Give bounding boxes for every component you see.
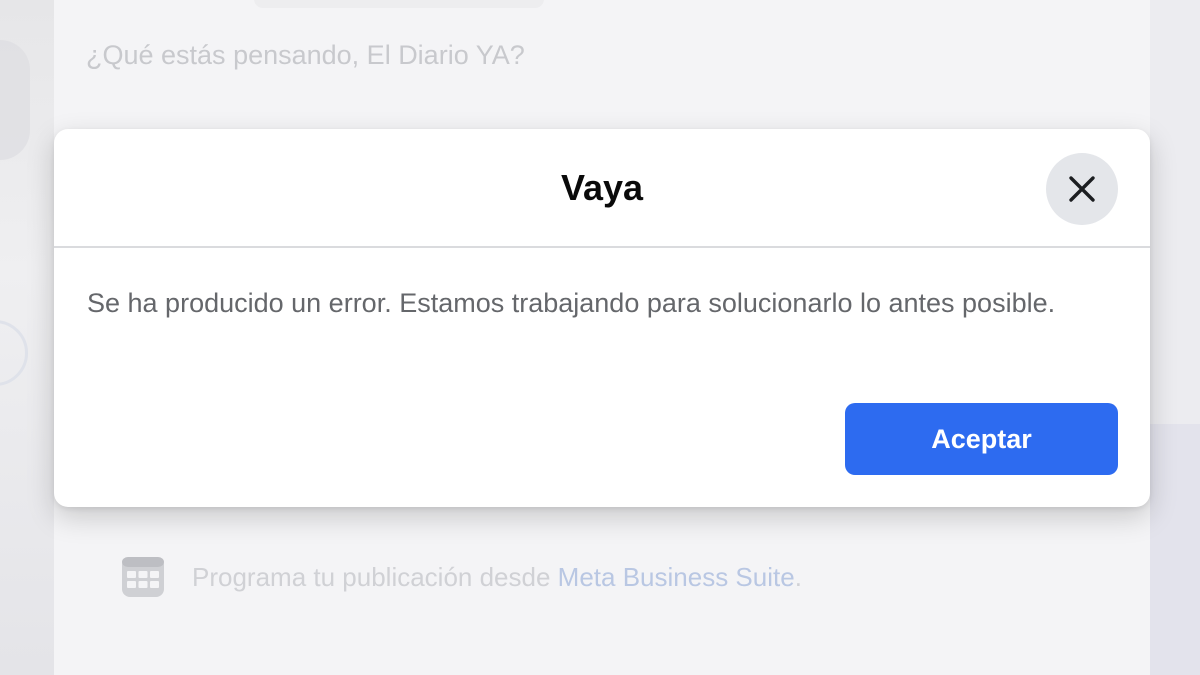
- calendar-icon: [122, 557, 164, 597]
- background-left-avatar-shape: [0, 40, 30, 160]
- close-button[interactable]: [1046, 153, 1118, 225]
- meta-business-suite-link[interactable]: Meta Business Suite: [558, 562, 795, 592]
- close-icon: [1069, 176, 1095, 202]
- dialog-message: Se ha producido un error. Estamos trabaj…: [87, 288, 1056, 318]
- dialog-title: Vaya: [560, 167, 644, 208]
- schedule-text: Programa tu publicación desde Meta Busin…: [192, 562, 802, 593]
- composer-placeholder[interactable]: ¿Qué estás pensando, El Diario YA?: [86, 40, 525, 71]
- background-left-column: [0, 0, 54, 675]
- accept-button[interactable]: Aceptar: [845, 403, 1118, 475]
- schedule-label: Programa tu publicación desde: [192, 561, 558, 592]
- schedule-suffix: .: [794, 561, 802, 592]
- schedule-post-row: Programa tu publicación desde Meta Busin…: [120, 553, 802, 601]
- background-left-ring-shape: [0, 320, 28, 386]
- composer-top-bar: [254, 0, 544, 8]
- background-right-band: [1150, 424, 1200, 675]
- error-dialog: Vaya Se ha producido un error. Estamos t…: [54, 129, 1150, 507]
- background-right-column: [1150, 0, 1200, 675]
- dialog-header: Vaya: [54, 129, 1150, 248]
